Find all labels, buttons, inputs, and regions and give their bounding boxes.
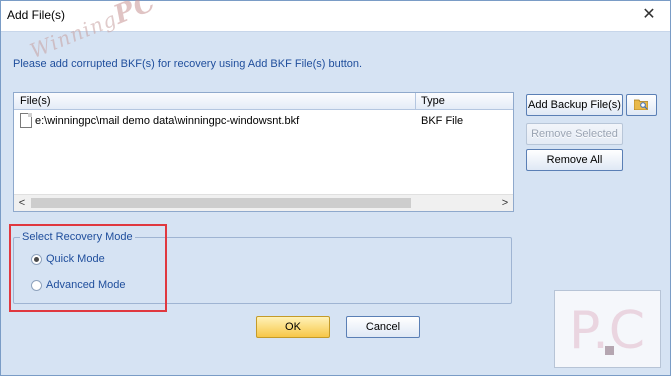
remove-selected-button[interactable]: Remove Selected xyxy=(526,123,623,145)
column-separator[interactable] xyxy=(415,93,416,109)
browse-folder-button[interactable] xyxy=(626,94,657,116)
watermark-badge: P.C xyxy=(554,290,661,368)
column-header-type[interactable]: Type xyxy=(421,95,445,107)
scroll-left-button[interactable]: < xyxy=(14,195,30,211)
document-icon xyxy=(20,113,32,128)
add-files-dialog: Add File(s) ✕ WinningPC Please add corru… xyxy=(0,0,671,376)
file-type: BKF File xyxy=(421,115,464,127)
dialog-title: Add File(s) xyxy=(7,8,66,22)
close-button[interactable]: ✕ xyxy=(638,5,660,25)
highlight-annotation xyxy=(9,224,167,312)
horizontal-scrollbar[interactable]: < > xyxy=(14,194,513,211)
remove-all-button[interactable]: Remove All xyxy=(526,149,623,171)
instructions-text: Please add corrupted BKF(s) for recovery… xyxy=(13,58,363,70)
scroll-right-button[interactable]: > xyxy=(497,195,513,211)
list-header: File(s) Type xyxy=(14,93,513,110)
file-row[interactable]: e:\winningpc\mail demo data\winningpc-wi… xyxy=(14,112,513,130)
file-path: e:\winningpc\mail demo data\winningpc-wi… xyxy=(35,115,300,127)
scroll-thumb[interactable] xyxy=(31,198,411,208)
file-list[interactable]: File(s) Type e:\winningpc\mail demo data… xyxy=(13,92,514,212)
column-header-files[interactable]: File(s) xyxy=(20,95,51,107)
folder-icon xyxy=(634,99,648,110)
cancel-button[interactable]: Cancel xyxy=(346,316,420,338)
add-backup-files-button[interactable]: Add Backup File(s) xyxy=(526,94,623,116)
ok-button[interactable]: OK xyxy=(256,316,330,338)
